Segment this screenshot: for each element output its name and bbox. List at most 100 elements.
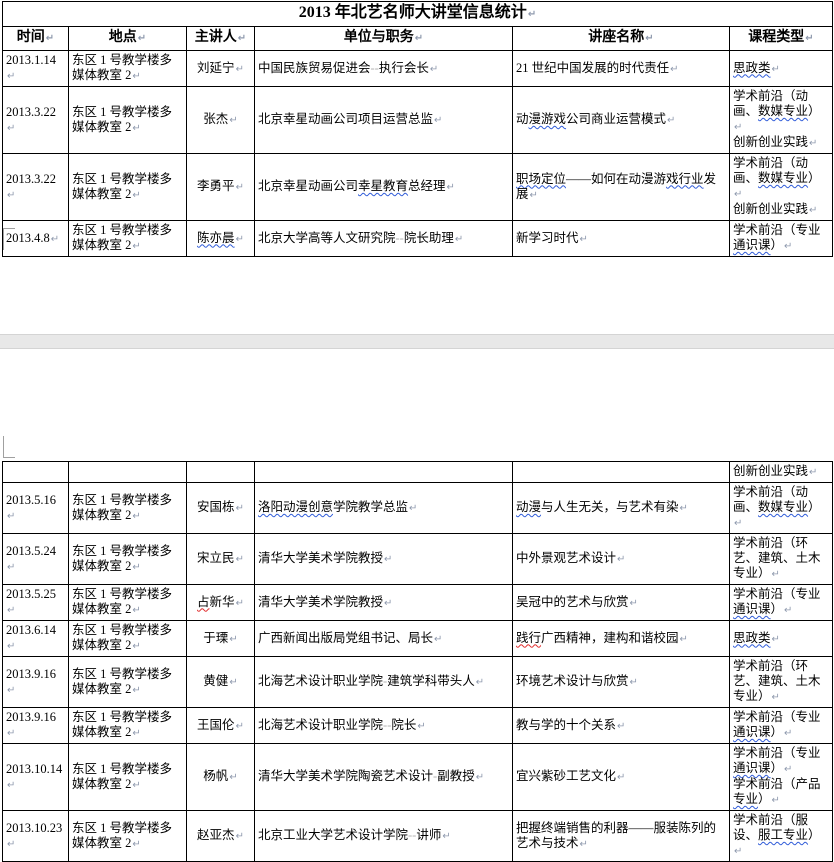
cell-time[interactable]: 2013.10.14↵	[3, 744, 69, 811]
cell-time[interactable]: 2013.10.23↵	[3, 811, 69, 862]
cell-lecture-title[interactable]: 环境艺术设计与欣赏↵	[513, 657, 730, 708]
cell-unit-title[interactable]: 洛阳动漫创意学院教学总监↵	[255, 483, 513, 534]
page-separator	[0, 334, 834, 349]
cell-speaker[interactable]: 陈亦晨↵	[187, 221, 255, 257]
page-title[interactable]: 2013 年北艺名师大讲堂信息统计↵	[3, 2, 833, 27]
column-header-course-type[interactable]: 课程类型↵	[730, 27, 833, 51]
cell-course-type[interactable]: 学术前沿（专业通识课）↵	[730, 585, 833, 621]
cell-lecture-title[interactable]: 动漫与人生无关，与艺术有染↵	[513, 483, 730, 534]
cell-time[interactable]: 2013.9.16↵	[3, 657, 69, 708]
cell-unit-title[interactable]: 北海艺术设计职业学院--院长↵	[255, 708, 513, 744]
cell-course-type[interactable]: 学术前沿（环艺、建筑、土木专业）↵	[730, 534, 833, 585]
paragraph-mark-icon: ↵	[6, 839, 15, 850]
cell-lecture-title[interactable]: 21 世纪中国发展的时代责任↵	[513, 51, 730, 87]
paragraph-mark-icon: ↵	[454, 234, 463, 245]
text-run: 东区 1 号教学楼多媒体教室 2	[72, 53, 172, 82]
cell-location[interactable]: 东区 1 号教学楼多媒体教室 2↵	[69, 534, 187, 585]
cell-lecture-title[interactable]	[513, 462, 730, 483]
cell-unit-title[interactable]: 北京幸星动画公司项目运营总监↵	[255, 87, 513, 154]
cell-lecture-title[interactable]: 吴冠中的艺术与欣赏↵	[513, 585, 730, 621]
cell-location[interactable]: 东区 1 号教学楼多媒体教室 2↵	[69, 585, 187, 621]
paragraph: 王国伦↵	[190, 718, 251, 734]
cell-course-type[interactable]: 思政类↵	[730, 51, 833, 87]
cell-lecture-title[interactable]: 教与学的十个关系↵	[513, 708, 730, 744]
paragraph: 清华大学美术学院陶瓷艺术设计-副教授↵	[258, 769, 509, 785]
text-run: ）	[808, 828, 821, 842]
cell-course-type[interactable]: 学术前沿（环艺、建筑、土木专业）↵	[730, 657, 833, 708]
table-row: 2013.9.16↵东区 1 号教学楼多媒体教室 2↵王国伦↵北海艺术设计职业学…	[3, 708, 833, 744]
cell-location[interactable]	[69, 462, 187, 483]
cell-course-type[interactable]: 学术前沿（服设、服工专业）↵	[730, 811, 833, 862]
paragraph-mark-icon: ↵	[433, 634, 442, 645]
cell-lecture-title[interactable]: 宜兴紫砂工艺文化↵	[513, 744, 730, 811]
cell-speaker[interactable]: 李勇平↵	[187, 154, 255, 221]
cell-location[interactable]: 东区 1 号教学楼多媒体教室 2↵	[69, 51, 187, 87]
cell-course-type[interactable]: 学术前沿（动画、数媒专业）↵	[730, 483, 833, 534]
column-header-speaker[interactable]: 主讲人↵	[187, 27, 255, 51]
cell-time[interactable]: 2013.1.14↵	[3, 51, 69, 87]
cell-course-type[interactable]: 创新创业实践↵	[730, 462, 833, 483]
cell-time[interactable]: 2013.5.25↵	[3, 585, 69, 621]
cell-course-type[interactable]: 学术前沿（动画、数媒专业）↵创新创业实践↵	[730, 154, 833, 221]
cell-time[interactable]: 2013.5.24↵	[3, 534, 69, 585]
cell-lecture-title[interactable]: 践行广西精神，建构和谐校园↵	[513, 621, 730, 657]
cell-speaker[interactable]: 杨帆↵	[187, 744, 255, 811]
table-row: 2013.3.22↵东区 1 号教学楼多媒体教室 2↵李勇平↵北京幸星动画公司幸…	[3, 154, 833, 221]
cell-location[interactable]: 东区 1 号教学楼多媒体教室 2↵	[69, 154, 187, 221]
cell-lecture-title[interactable]: 把握终端销售的利器——服装陈列的艺术与技术↵	[513, 811, 730, 862]
cell-speaker[interactable]: 安国栋↵	[187, 483, 255, 534]
cell-location[interactable]: 东区 1 号教学楼多媒体教室 2↵	[69, 87, 187, 154]
cell-speaker[interactable]: 刘延宁↵	[187, 51, 255, 87]
cell-speaker[interactable]: 王国伦↵	[187, 708, 255, 744]
cell-speaker[interactable]: 宋立民↵	[187, 534, 255, 585]
cell-unit-title[interactable]: 北京幸星动画公司幸星教育总经理↵	[255, 154, 513, 221]
cell-course-type[interactable]: 思政类↵	[730, 621, 833, 657]
cell-time[interactable]: 2013.3.22↵	[3, 87, 69, 154]
cell-location[interactable]: 东区 1 号教学楼多媒体教室 2↵	[69, 621, 187, 657]
cell-unit-title[interactable]: 清华大学美术学院教授↵	[255, 534, 513, 585]
cell-course-type[interactable]: 学术前沿（专业通识课）↵	[730, 221, 833, 257]
column-header-time[interactable]: 时间↵	[3, 27, 69, 51]
column-header-unit-title[interactable]: 单位与职务↵	[255, 27, 513, 51]
cell-speaker[interactable]: 赵亚杰↵	[187, 811, 255, 862]
cell-time[interactable]: 2013.6.14↵	[3, 621, 69, 657]
cell-unit-title[interactable]: 北京大学高等人文研究院--院长助理↵	[255, 221, 513, 257]
cell-speaker[interactable]: 黄健↵	[187, 657, 255, 708]
column-header-location[interactable]: 地点↵	[69, 27, 187, 51]
cell-unit-title[interactable]: 清华大学美术学院陶瓷艺术设计-副教授↵	[255, 744, 513, 811]
cell-unit-title[interactable]: 北京工业大学艺术设计学院--讲师↵	[255, 811, 513, 862]
cell-speaker[interactable]	[187, 462, 255, 483]
paragraph: 2013.1.14↵	[6, 53, 65, 84]
paragraph: 学术前沿（专业通识课）↵	[733, 746, 829, 777]
cell-location[interactable]: 东区 1 号教学楼多媒体教室 2↵	[69, 811, 187, 862]
cell-unit-title[interactable]: 中国民族贸易促进会--执行会长↵	[255, 51, 513, 87]
cell-course-type[interactable]: 学术前沿（专业通识课）↵学术前沿（产品专业）↵	[730, 744, 833, 811]
cell-location[interactable]: 东区 1 号教学楼多媒体教室 2↵	[69, 657, 187, 708]
cell-lecture-title[interactable]: 动漫游戏公司商业运营模式↵	[513, 87, 730, 154]
cell-lecture-title[interactable]: 中外景观艺术设计↵	[513, 534, 730, 585]
cell-lecture-title[interactable]: 职场定位——如何在动漫游戏行业发展↵	[513, 154, 730, 221]
cell-time[interactable]: 2013.3.22↵	[3, 154, 69, 221]
paragraph: 清华大学美术学院教授↵	[258, 595, 509, 611]
cell-course-type[interactable]: 学术前沿（动画、数媒专业）↵创新创业实践↵	[730, 87, 833, 154]
cell-speaker[interactable]: 于瑮↵	[187, 621, 255, 657]
paragraph: 学术前沿（专业通识课）↵	[733, 587, 829, 618]
cell-speaker[interactable]: 占新华↵	[187, 585, 255, 621]
cell-time[interactable]	[3, 462, 69, 483]
cell-time[interactable]: 2013.5.16↵	[3, 483, 69, 534]
cell-course-type[interactable]: 学术前沿（专业通识课）↵	[730, 708, 833, 744]
cell-location[interactable]: 东区 1 号教学楼多媒体教室 2↵	[69, 744, 187, 811]
column-header-lecture-title[interactable]: 讲座名称↵	[513, 27, 730, 51]
cell-time[interactable]: 2013.9.16↵	[3, 708, 69, 744]
cell-speaker[interactable]: 张杰↵	[187, 87, 255, 154]
cell-location[interactable]: 东区 1 号教学楼多媒体教室 2↵	[69, 708, 187, 744]
text-run: 讲师	[416, 828, 441, 842]
cell-unit-title[interactable]: 广西新闻出版局党组书记、局长↵	[255, 621, 513, 657]
cell-location[interactable]: 东区 1 号教学楼多媒体教室 2↵	[69, 483, 187, 534]
cell-location[interactable]: 东区 1 号教学楼多媒体教室 2↵	[69, 221, 187, 257]
cell-lecture-title[interactable]: 新学习时代↵	[513, 221, 730, 257]
cell-unit-title[interactable]: 北海艺术设计职业学院-建筑学科带头人↵	[255, 657, 513, 708]
cell-unit-title[interactable]	[255, 462, 513, 483]
cell-unit-title[interactable]: 清华大学美术学院教授↵	[255, 585, 513, 621]
text-run: 清华大学美术学院教授	[258, 551, 383, 565]
